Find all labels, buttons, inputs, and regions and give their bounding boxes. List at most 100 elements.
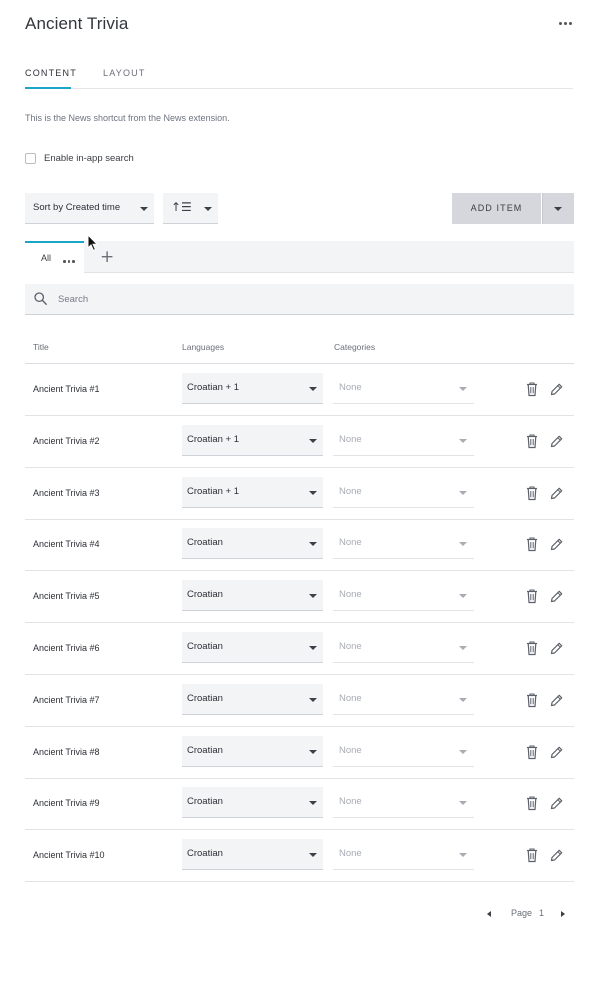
more-options-icon[interactable]: [557, 16, 573, 30]
enable-search-toggle[interactable]: Enable in-app search: [25, 153, 134, 164]
table-header: Title Languages Categories: [25, 340, 574, 364]
chevron-down-icon: [309, 801, 317, 806]
pencil-icon[interactable]: [549, 847, 563, 863]
add-item-dropdown-button[interactable]: [542, 193, 574, 224]
pencil-icon[interactable]: [549, 744, 563, 760]
categories-select[interactable]: None: [333, 684, 474, 715]
row-title: Ancient Trivia #6: [33, 643, 100, 653]
categories-value: None: [339, 485, 362, 497]
languages-value: Croatian: [187, 641, 223, 652]
categories-value: None: [339, 589, 362, 601]
prev-page-icon[interactable]: [487, 911, 491, 917]
languages-value: Croatian: [187, 796, 223, 808]
pencil-icon[interactable]: [549, 536, 563, 552]
categories-select[interactable]: None: [333, 373, 474, 404]
table-row: Ancient Trivia #10 Croatian None: [25, 830, 574, 883]
table-row: Ancient Trivia #4 Croatian None: [25, 519, 574, 572]
pencil-icon[interactable]: [549, 692, 563, 708]
chevron-down-icon: [459, 438, 467, 443]
pencil-icon[interactable]: [549, 485, 563, 501]
trash-icon[interactable]: [525, 847, 539, 863]
categories-value: None: [339, 692, 362, 704]
pencil-icon[interactable]: [549, 433, 563, 449]
categories-value: None: [339, 537, 362, 549]
categories-select[interactable]: None: [333, 425, 474, 456]
row-title: Ancient Trivia #1: [33, 384, 100, 394]
tab-layout[interactable]: LAYOUT: [103, 68, 146, 78]
sort-order-select[interactable]: ↑☰: [163, 193, 218, 224]
chevron-down-icon: [554, 207, 562, 211]
languages-select[interactable]: Croatian: [182, 735, 323, 767]
table-row: Ancient Trivia #8 Croatian None: [25, 727, 574, 779]
trash-icon[interactable]: [525, 433, 539, 449]
row-title: Ancient Trivia #3: [33, 487, 100, 498]
languages-select[interactable]: Croatian: [182, 683, 323, 715]
chevron-down-icon: [309, 697, 317, 702]
table-row: Ancient Trivia #9 Croatian None: [25, 778, 574, 831]
row-title: Ancient Trivia #10: [33, 850, 105, 861]
chevron-down-icon: [204, 207, 212, 211]
row-title: Ancient Trivia #9: [33, 798, 100, 809]
mouse-cursor-icon: [87, 234, 99, 252]
filter-tab-all[interactable]: All: [25, 241, 84, 273]
languages-select[interactable]: Croatian: [182, 787, 323, 819]
chevron-down-icon: [459, 801, 467, 806]
page-title: Ancient Trivia: [25, 14, 129, 33]
categories-select[interactable]: None: [333, 477, 474, 508]
languages-value: Croatian + 1: [187, 433, 240, 445]
chevron-down-icon: [459, 490, 467, 495]
pencil-icon[interactable]: [549, 795, 563, 811]
search-input[interactable]: [58, 289, 558, 309]
languages-select[interactable]: Croatian: [182, 839, 323, 871]
filter-tab-options-icon[interactable]: [63, 260, 75, 263]
column-header-categories: Categories: [334, 342, 376, 352]
sort-select[interactable]: Sort by Created time: [25, 193, 154, 224]
next-page-icon[interactable]: [561, 911, 565, 917]
categories-value: None: [339, 382, 362, 393]
chevron-down-icon: [140, 207, 148, 211]
trash-icon[interactable]: [525, 381, 539, 397]
pencil-icon[interactable]: [549, 381, 563, 397]
languages-select[interactable]: Croatian + 1: [182, 424, 323, 456]
table-row: Ancient Trivia #7 Croatian None: [25, 675, 574, 727]
languages-select[interactable]: Croatian: [182, 528, 323, 560]
page-label: Page: [511, 908, 533, 918]
row-title: Ancient Trivia #2: [33, 435, 100, 446]
add-item-button[interactable]: ADD ITEM: [452, 193, 541, 224]
chevron-down-icon: [459, 542, 467, 547]
enable-search-checkbox[interactable]: [25, 153, 36, 164]
chevron-down-icon: [459, 594, 467, 599]
pencil-icon[interactable]: [549, 640, 563, 656]
trash-icon[interactable]: [525, 640, 539, 656]
table-row: Ancient Trivia #6 Croatian None: [25, 623, 574, 675]
languages-select[interactable]: Croatian + 1: [182, 476, 323, 508]
trash-icon[interactable]: [525, 588, 539, 604]
search-icon: [34, 292, 47, 305]
row-title: Ancient Trivia #7: [33, 694, 100, 705]
tab-content[interactable]: CONTENT: [25, 68, 77, 78]
languages-select[interactable]: Croatian: [182, 580, 323, 612]
categories-select[interactable]: None: [333, 736, 474, 767]
languages-select[interactable]: Croatian + 1: [182, 373, 323, 404]
row-title: Ancient Trivia #5: [33, 591, 100, 602]
languages-select[interactable]: Croatian: [182, 632, 323, 663]
pencil-icon[interactable]: [549, 588, 563, 604]
table-row: Ancient Trivia #2 Croatian + 1 None: [25, 416, 574, 468]
chevron-down-icon: [309, 749, 317, 754]
trash-icon[interactable]: [525, 795, 539, 811]
categories-select[interactable]: None: [333, 839, 474, 871]
categories-select[interactable]: None: [333, 528, 474, 560]
categories-select[interactable]: None: [333, 787, 474, 819]
page-number: 1: [539, 908, 545, 918]
categories-select[interactable]: None: [333, 632, 474, 663]
trash-icon[interactable]: [525, 485, 539, 501]
trash-icon[interactable]: [525, 744, 539, 760]
trash-icon[interactable]: [525, 692, 539, 708]
add-filter-icon[interactable]: +: [100, 247, 114, 267]
categories-select[interactable]: None: [333, 580, 474, 612]
languages-value: Croatian: [187, 589, 223, 601]
trash-icon[interactable]: [525, 536, 539, 552]
tab-bar: CONTENT LAYOUT: [25, 60, 573, 89]
chevron-down-icon: [309, 542, 317, 547]
languages-value: Croatian: [187, 848, 223, 860]
